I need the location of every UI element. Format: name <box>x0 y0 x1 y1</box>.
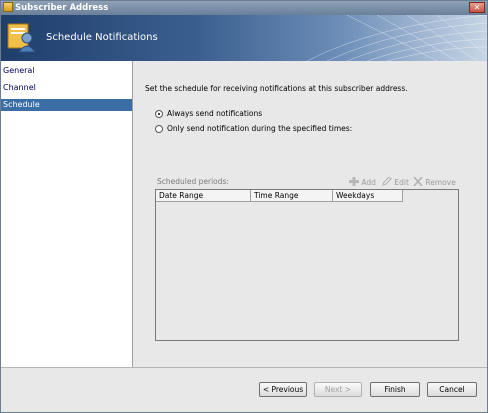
banner-title: Schedule Notifications <box>46 32 158 43</box>
always-send-radio[interactable] <box>155 110 163 118</box>
window-title: Subscriber Address <box>15 3 109 13</box>
scheduled-periods-label: Scheduled periods: <box>157 177 229 186</box>
table-header: Date Range Time Range Weekdays <box>156 190 403 202</box>
column-date-range[interactable]: Date Range <box>156 190 251 201</box>
previous-button[interactable]: < Previous <box>259 382 307 397</box>
edit-icon <box>382 176 392 186</box>
scheduled-periods-table[interactable]: Date Range Time Range Weekdays <box>155 189 459 341</box>
header-banner: Schedule Notifications <box>1 15 487 61</box>
finish-button[interactable]: Finish <box>370 382 420 397</box>
app-icon <box>3 2 13 12</box>
nav-item-schedule[interactable]: Schedule <box>1 99 132 111</box>
next-button[interactable]: Next > <box>314 382 362 397</box>
close-icon[interactable]: ✕ <box>469 2 485 13</box>
nav-item-channel[interactable]: Channel <box>1 82 132 94</box>
always-send-label[interactable]: Always send notifications <box>167 109 262 118</box>
column-time-range[interactable]: Time Range <box>251 190 333 201</box>
nav-item-general[interactable]: General <box>1 65 132 77</box>
title-bar: Subscriber Address ✕ <box>1 1 487 15</box>
navigation-pane: General Channel Schedule <box>1 61 133 367</box>
specified-times-radio[interactable] <box>155 125 163 133</box>
specified-times-label[interactable]: Only send notification during the specif… <box>167 124 352 133</box>
subscriber-address-window: Subscriber Address ✕ Schedule Notificati… <box>0 0 488 413</box>
remove-label: Remove <box>425 178 456 187</box>
edit-label: Edit <box>394 178 409 187</box>
column-weekdays[interactable]: Weekdays <box>333 190 403 201</box>
banner-decoration <box>306 15 487 61</box>
remove-icon <box>413 176 423 187</box>
add-label: Add <box>361 178 376 187</box>
edit-button[interactable]: Edit <box>382 176 409 187</box>
add-button[interactable]: Add <box>349 177 376 187</box>
schedule-banner-icon <box>7 23 36 53</box>
wizard-footer: < Previous Next > Finish Cancel <box>1 367 487 412</box>
remove-button[interactable]: Remove <box>413 176 456 187</box>
schedule-panel: Set the schedule for receiving notificat… <box>133 61 487 367</box>
cancel-button[interactable]: Cancel <box>427 382 477 397</box>
schedule-description: Set the schedule for receiving notificat… <box>145 84 408 93</box>
add-icon <box>349 177 359 186</box>
